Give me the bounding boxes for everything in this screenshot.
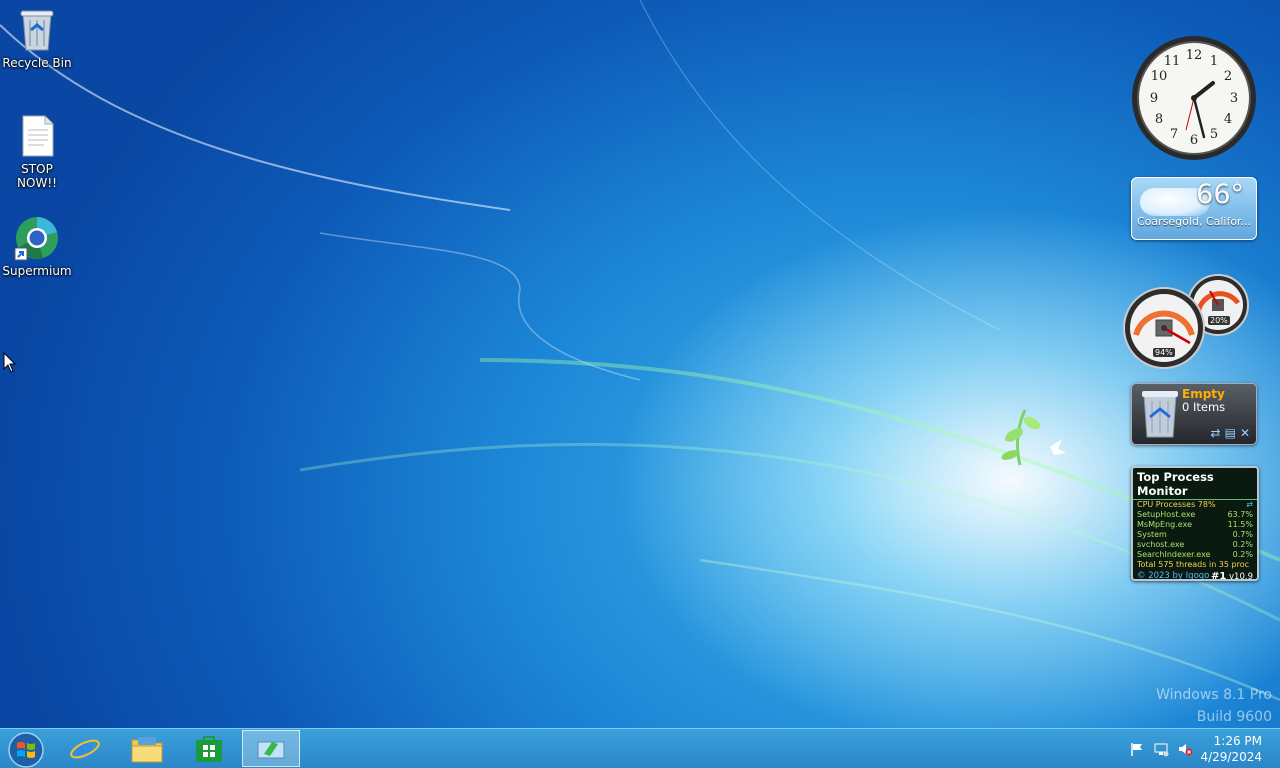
taskbar-file-explorer[interactable] [118,730,176,767]
desktop-icon-label: Recycle Bin [2,56,72,70]
memory-usage-label: 20% [1208,316,1230,325]
volume-muted-icon[interactable] [1176,740,1194,758]
settings-icon[interactable]: ✕ [1240,426,1250,440]
taskbar-date: 4/29/2024 [1200,750,1262,764]
store-icon [196,735,222,762]
desktop-icon-recycle-bin[interactable]: Recycle Bin [0,6,74,70]
refresh-icon[interactable]: ⇄ [1246,500,1253,510]
supermium-browser-icon [13,214,61,262]
taskbar: e 1:26 PM 4/29/2024 [0,728,1280,768]
windows-watermark: Windows 8.1 Pro Build 9600 [1156,684,1272,728]
taskbar-active-app[interactable] [242,730,300,767]
tpm-process-row: svchost.exe 0.2% [1133,540,1257,550]
clock-gadget[interactable]: 12 1 2 345 678 9 10 11 [1130,34,1258,162]
svg-text:11: 11 [1164,54,1181,69]
empty-bin-icon[interactable]: ▤ [1225,426,1236,440]
tpm-process-value: 0.2% [1232,550,1253,559]
tpm-footer: © 2023 by Igogo #1 v10.9 [1133,570,1257,581]
watermark-build: Build 9600 [1196,709,1272,725]
svg-text:1: 1 [1210,54,1218,69]
svg-text:5: 5 [1210,127,1218,142]
tpm-process-row: SetupHost.exe 63.7% [1133,510,1257,520]
system-tray [1128,740,1194,758]
svg-text:12: 12 [1186,48,1203,63]
cpu-meter-gadget[interactable]: 94% 20% [1122,273,1250,371]
svg-text:4: 4 [1224,112,1232,127]
tpm-process-name: MsMpEng.exe [1137,520,1192,529]
start-button[interactable] [6,731,46,768]
svg-text:e: e [76,733,94,765]
taskbar-internet-explorer[interactable]: e [56,730,114,767]
svg-text:10: 10 [1151,69,1168,84]
recycle-bin-gadget[interactable]: Empty 0 Items ⇄ ▤ ✕ [1131,383,1257,445]
action-center-flag-icon[interactable] [1128,740,1146,758]
weather-temperature: 66° [1196,179,1244,210]
recycle-bin-actions: ⇄ ▤ ✕ [1207,426,1250,440]
windows-logo-icon [8,732,44,768]
desktop: Recycle Bin STOP NOW!! Supermium 12 1 2 … [0,0,1280,728]
recycle-bin-count: 0 Items [1182,400,1226,414]
svg-text:7: 7 [1170,127,1178,142]
taskbar-store[interactable] [180,730,238,767]
plant-sprout [1001,409,1066,466]
tpm-process-value: 0.7% [1232,530,1253,539]
svg-text:9: 9 [1150,91,1158,106]
network-icon[interactable] [1152,740,1170,758]
svg-text:8: 8 [1155,112,1163,127]
desktop-icon-supermium[interactable]: Supermium [0,214,74,278]
app-window-icon [257,741,285,758]
recycle-bin-icon [13,6,61,54]
cpu-usage-label: 94% [1153,348,1175,357]
weather-gadget[interactable]: 66° Coarsegold, Califor... [1131,177,1257,240]
recycle-bin-status: Empty [1182,387,1225,401]
taskbar-time: 1:26 PM [1213,734,1262,748]
tpm-process-name: System [1137,530,1167,539]
tpm-process-value: 63.7% [1227,510,1253,519]
weather-location: Coarsegold, Califor... [1137,215,1252,228]
tpm-process-row: MsMpEng.exe 11.5% [1133,520,1257,530]
svg-text:3: 3 [1230,91,1238,106]
svg-text:2: 2 [1224,69,1232,84]
refresh-icon[interactable]: ⇄ [1211,426,1221,440]
tpm-cpu-label: CPU Processes 78% [1137,500,1216,509]
internet-explorer-icon: e [70,733,100,765]
watermark-edition: Windows 8.1 Pro [1156,687,1272,703]
wallpaper-swooshes [0,0,1280,702]
recycle-bin-icon [1142,391,1178,438]
tpm-process-name: svchost.exe [1137,540,1185,549]
analog-clock-face: 12 12 345 678 91011 [1132,36,1256,160]
desktop-icon-stop-now[interactable]: STOP NOW!! [0,112,74,190]
desktop-icon-label: Supermium [2,264,72,278]
tpm-title: Top Process Monitor [1133,468,1257,500]
tpm-total: Total 575 threads in 35 proc [1137,560,1250,569]
desktop-icon-label: STOP NOW!! [17,162,57,190]
text-document-icon [13,112,61,160]
file-explorer-icon [131,736,163,762]
mouse-cursor-icon [3,352,17,373]
svg-text:6: 6 [1190,133,1198,148]
tpm-process-row: SearchIndexer.exe 0.2% [1133,550,1257,560]
cpu-memory-gauges [1123,274,1249,369]
tpm-process-value: 11.5% [1227,520,1253,529]
tpm-version: #1 v10.9 [1210,571,1253,581]
tpm-process-name: SetupHost.exe [1137,510,1196,519]
tpm-process-name: SearchIndexer.exe [1137,550,1211,559]
tpm-cpu-row: CPU Processes 78% ⇄ [1133,500,1257,510]
tpm-process-row: System 0.7% [1133,530,1257,540]
tpm-credit-link[interactable]: © 2023 by Igogo [1137,571,1209,579]
taskbar-clock[interactable]: 1:26 PM 4/29/2024 [1200,733,1262,765]
tpm-process-value: 0.2% [1232,540,1253,549]
top-process-monitor-gadget[interactable]: Top Process Monitor CPU Processes 78% ⇄ … [1131,466,1259,581]
